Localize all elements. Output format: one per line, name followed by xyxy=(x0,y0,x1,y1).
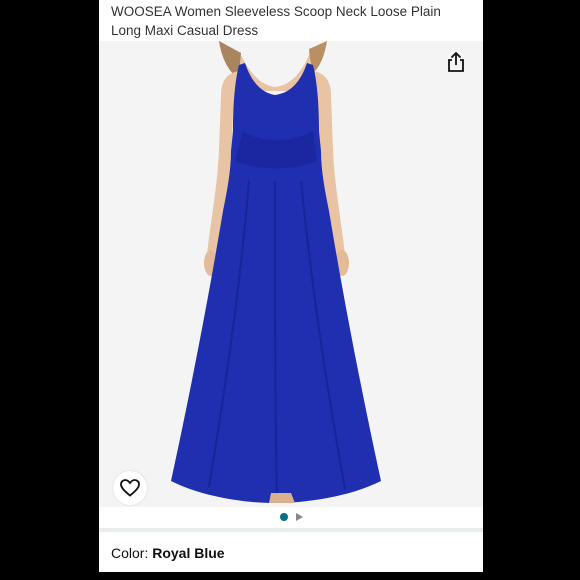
color-value: Royal Blue xyxy=(152,545,225,561)
product-page: WOOSEA Women Sleeveless Scoop Neck Loose… xyxy=(99,0,483,572)
divider xyxy=(99,528,483,532)
gallery-pager xyxy=(99,509,483,525)
heart-icon xyxy=(120,479,140,497)
share-button[interactable] xyxy=(443,49,469,75)
video-play-icon[interactable] xyxy=(295,513,303,521)
share-icon xyxy=(448,52,464,72)
color-selection: Color: Royal Blue xyxy=(111,545,225,561)
pager-dot-active[interactable] xyxy=(279,513,288,521)
product-image-gallery[interactable] xyxy=(99,41,483,507)
color-label: Color: xyxy=(111,545,153,561)
product-image xyxy=(171,41,381,503)
product-title: WOOSEA Women Sleeveless Scoop Neck Loose… xyxy=(111,4,441,38)
wishlist-button[interactable] xyxy=(113,471,147,505)
